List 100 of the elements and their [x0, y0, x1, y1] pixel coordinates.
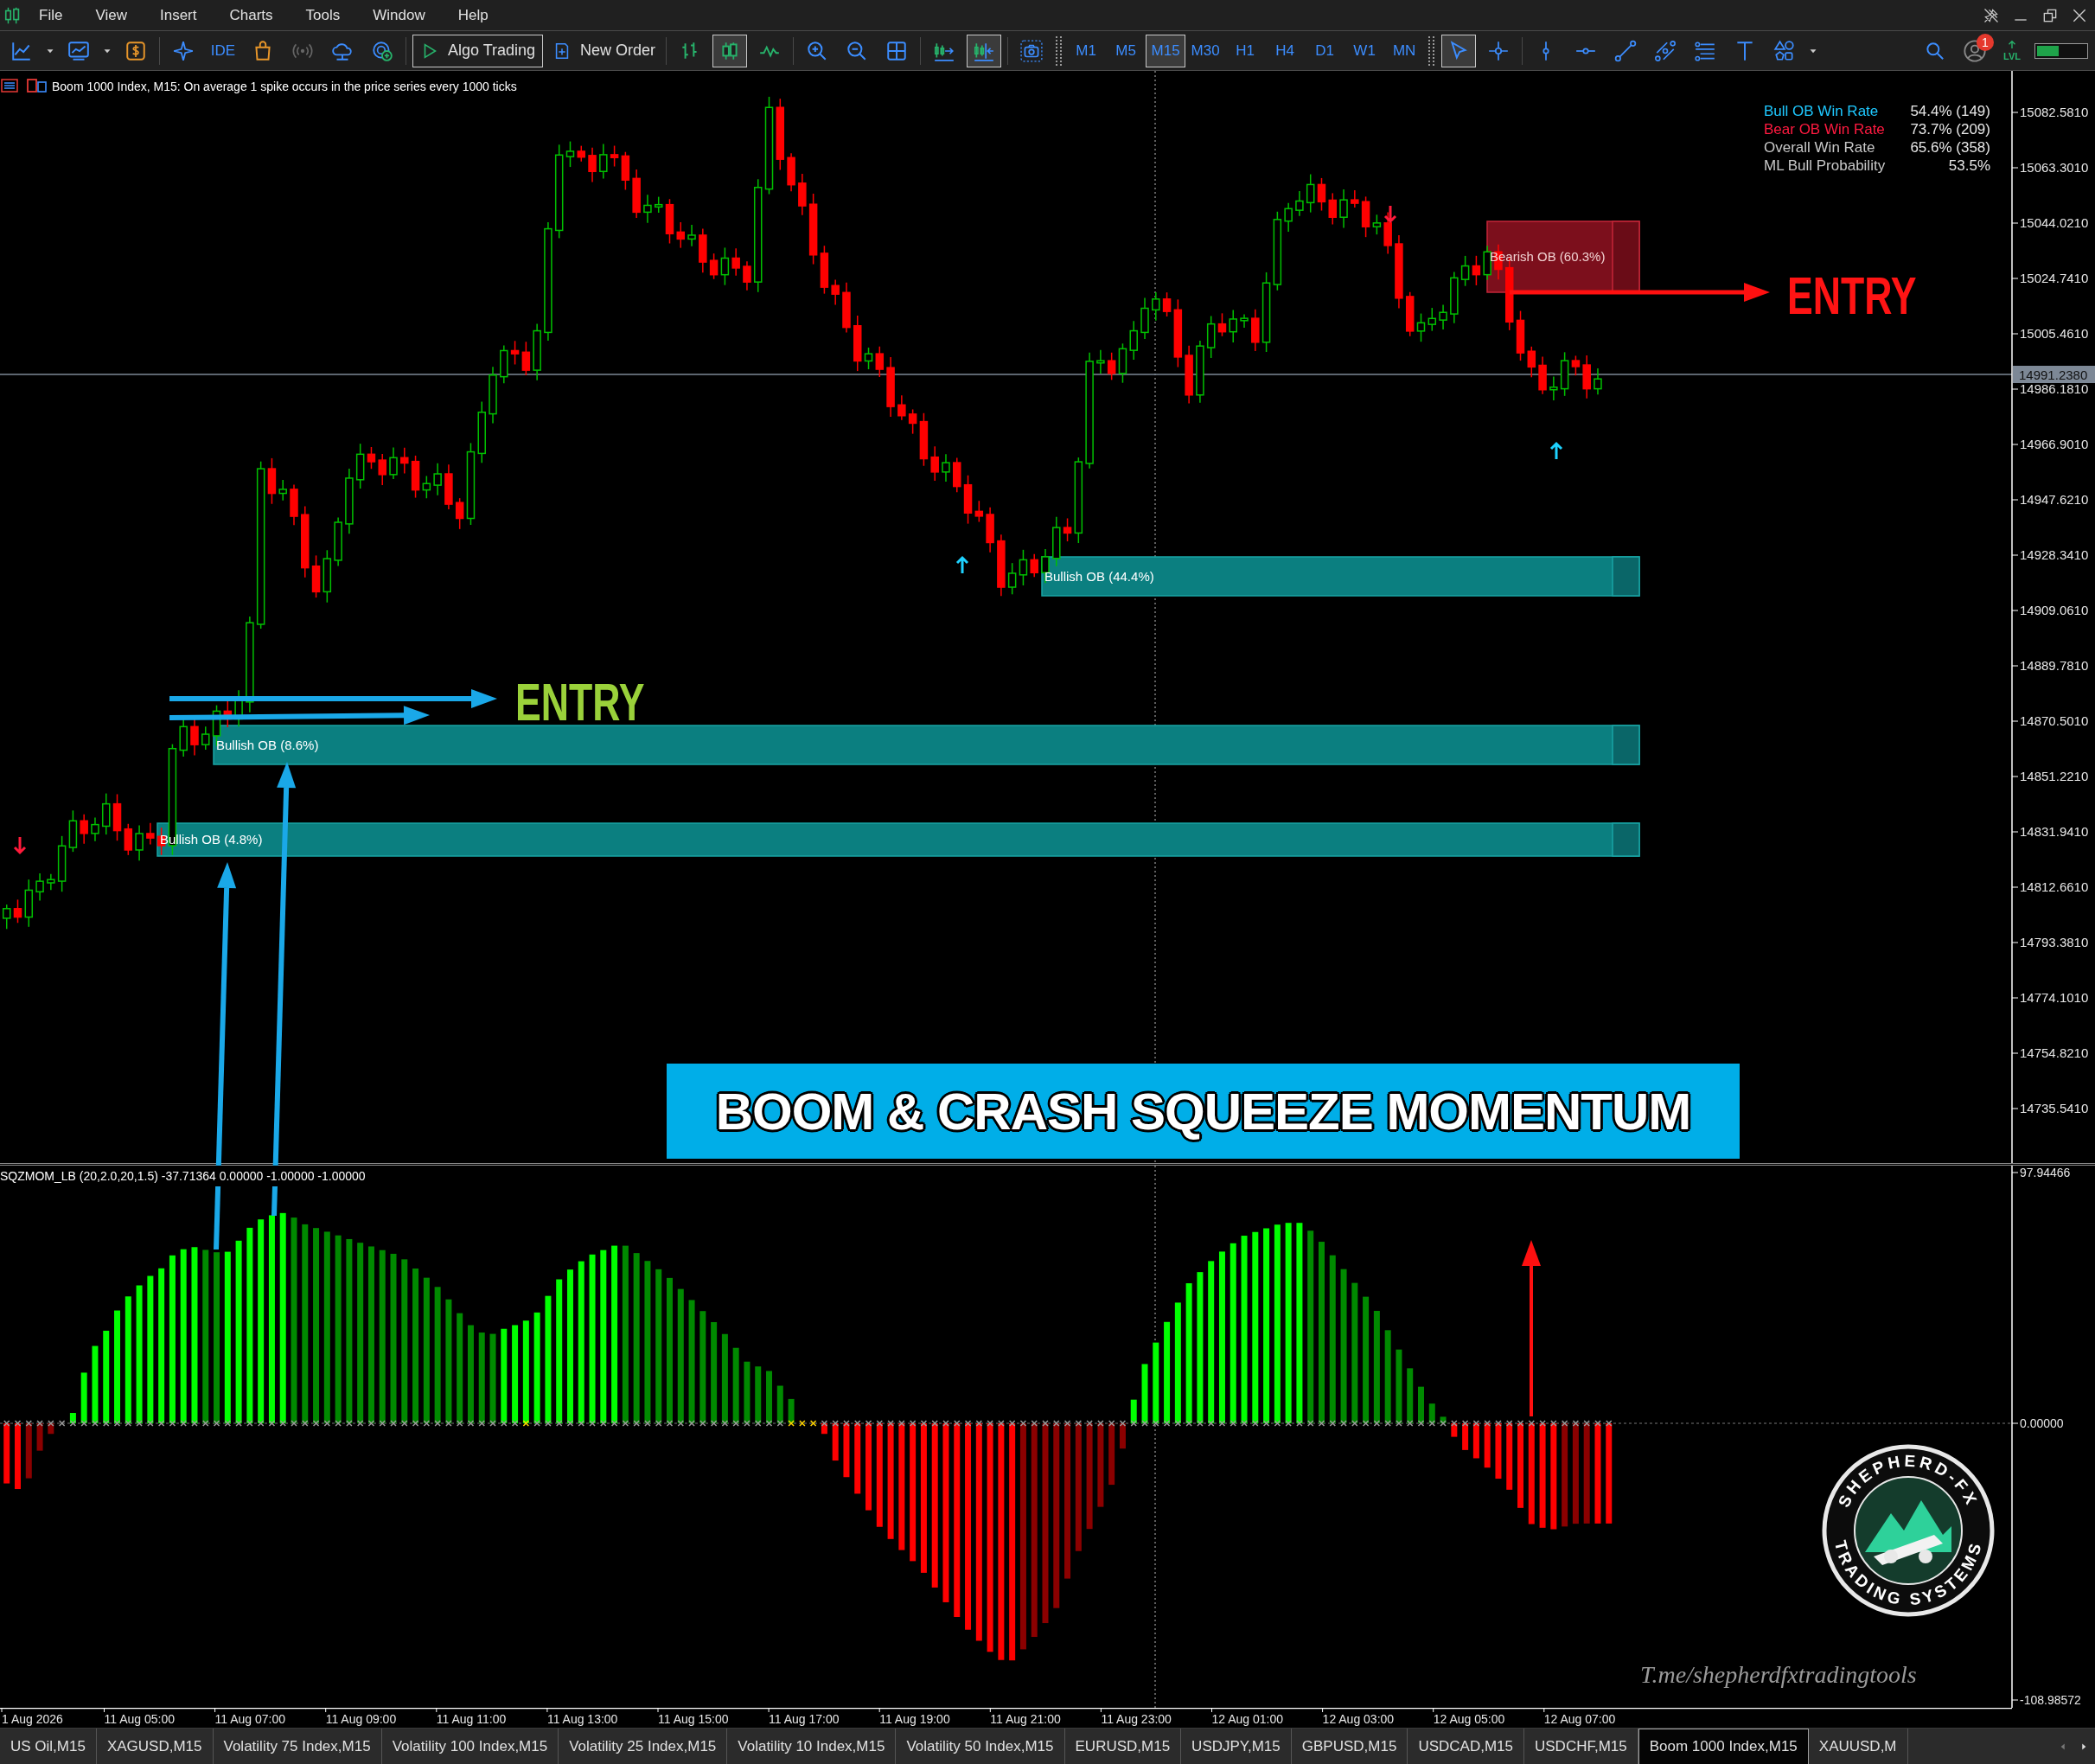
timeframe-button[interactable]: H4 [1265, 34, 1306, 67]
trend-line-icon[interactable] [1614, 39, 1638, 62]
symbol-tab[interactable]: Volatility 10 Index,M15 [727, 1729, 897, 1764]
cursor-button[interactable] [1441, 34, 1477, 67]
symbol-tab[interactable]: US Oil,M15 [0, 1729, 97, 1764]
stat-label: Bear OB Win Rate [1764, 121, 1885, 137]
grid-icon[interactable] [885, 39, 909, 62]
symbol-tab[interactable]: USDCHF,M15 [1524, 1729, 1638, 1764]
symbol-tab[interactable]: USDJPY,M15 [1181, 1729, 1292, 1764]
timeframe-button[interactable]: M30 [1185, 34, 1226, 67]
symbol-tab[interactable]: GBPUSD,M15 [1291, 1729, 1408, 1764]
time-label: 11 Aug 17:00 [769, 1712, 840, 1726]
notification-badge: 1 [1977, 33, 1994, 51]
timeframe-button[interactable]: D1 [1305, 34, 1345, 67]
down-arrow-icon [1383, 204, 1397, 224]
indicator-label: SQZMOM_LB (20,2.0,20,1.5) -37.71364 0.00000 -1.00000 -1.00000 [0, 1169, 366, 1183]
price-label: 14851.2210 [2020, 769, 2089, 783]
camera-icon[interactable] [1020, 39, 1044, 62]
price-label: 14909.0610 [2020, 603, 2089, 617]
list-icon [1, 79, 18, 93]
time-label: 11 Aug 09:00 [325, 1712, 397, 1726]
stat-value: 73.7% (209) [1910, 121, 1990, 137]
timeframe-button[interactable]: M1 [1066, 34, 1107, 67]
up-arrow-icon [955, 555, 969, 575]
sparkle-icon[interactable] [172, 39, 195, 62]
level-button[interactable]: LVL [1995, 40, 2029, 61]
time-label: 12 Aug 07:00 [1543, 1712, 1616, 1726]
time-label: 12 Aug 03:00 [1322, 1712, 1395, 1726]
order-block-label: Bullish OB (8.6%) [216, 737, 319, 752]
timeframe-button[interactable]: M5 [1106, 34, 1147, 67]
symbol-tab[interactable]: Volatility 25 Index,M15 [559, 1729, 728, 1764]
symbol-tab[interactable]: EURUSD,M15 [1064, 1729, 1182, 1764]
price-label: 14947.6210 [2020, 492, 2089, 507]
connection-meter [2034, 42, 2088, 59]
symbol-tab[interactable]: Volatility 100 Index,M15 [381, 1729, 559, 1764]
title-banner: BOOM & CRASH SQUEEZE MOMENTUM [667, 1064, 1740, 1159]
channel-link-text: T.me/shepherdfxtradingtools [1640, 1661, 1917, 1688]
price-label: 15005.4610 [2020, 326, 2089, 341]
menu-item[interactable]: Window [356, 6, 442, 24]
menu-item[interactable]: Insert [143, 6, 214, 24]
chart-window-icon [27, 79, 47, 93]
chart-monitor-icon[interactable] [67, 39, 90, 62]
time-label: 12 Aug 05:00 [1433, 1712, 1505, 1726]
time-label: 11 Aug 05:00 [104, 1712, 175, 1726]
candlestick-button[interactable] [712, 34, 748, 67]
price-label: 14735.5410 [2020, 1101, 2089, 1115]
symbol-tab[interactable]: Volatility 75 Index,M15 [213, 1729, 382, 1764]
account-icon[interactable] [1963, 38, 1987, 63]
scale-label: 97.94466 [2020, 1166, 2071, 1179]
shapes-icon[interactable] [1773, 39, 1797, 62]
time-label: 11 Aug 23:00 [1101, 1712, 1172, 1726]
price-label: 14831.9410 [2020, 824, 2089, 839]
price-label: 14870.5010 [2020, 713, 2089, 728]
drag-handle[interactable] [1428, 35, 1435, 66]
price-label: 15082.5810 [2020, 105, 2089, 119]
time-label: 11 Aug 15:00 [658, 1712, 729, 1726]
channel-icon[interactable] [1654, 39, 1677, 62]
stat-value: 54.4% (149) [1910, 103, 1990, 119]
chart-info-text: Boom 1000 Index, M15: On average 1 spike occurs in the price series every 1000 ticks [52, 80, 517, 93]
stat-value: 53.5% [1948, 157, 1990, 174]
stat-label: ML Bull Probability [1764, 157, 1886, 174]
symbol-tab[interactable]: XAUUSD,M [1808, 1729, 1908, 1764]
up-arrow-icon [1549, 441, 1563, 461]
time-label: 11 Aug 21:00 [990, 1712, 1061, 1726]
price-label: 15063.3010 [2020, 160, 2089, 175]
drag-handle[interactable] [1056, 35, 1063, 66]
time-label: 1 Aug 2026 [2, 1712, 63, 1726]
menu-item[interactable]: Charts [213, 6, 290, 24]
timeframe-button[interactable]: H1 [1225, 34, 1266, 67]
menu-item[interactable]: Tools [289, 6, 357, 24]
price-label: 14812.6610 [2020, 879, 2089, 894]
symbol-tab[interactable]: Boom 1000 Index,M15 [1638, 1729, 1809, 1764]
stat-label: Overall Win Rate [1764, 139, 1875, 156]
menu-item[interactable]: View [79, 6, 144, 24]
dollar-icon[interactable] [125, 39, 147, 62]
globe-plus-icon[interactable] [371, 39, 393, 62]
menu-item[interactable]: File [22, 6, 80, 24]
timeframe-button[interactable]: W1 [1345, 34, 1385, 67]
price-label: 14889.7810 [2020, 658, 2089, 673]
symbol-tab[interactable]: USDCAD,M15 [1408, 1729, 1524, 1764]
time-label: 11 Aug 07:00 [214, 1712, 286, 1726]
price-label: 14754.8210 [2020, 1045, 2089, 1060]
crosshair-icon [1487, 39, 1511, 62]
price-label: 14774.1010 [2020, 990, 2089, 1005]
timeframe-button[interactable]: MN [1384, 34, 1425, 67]
price-label: 14986.1810 [2020, 381, 2089, 396]
new-order-button[interactable]: New Order [548, 34, 661, 67]
chart-shift-button[interactable] [967, 34, 1002, 67]
unpin-icon[interactable] [1983, 6, 2000, 24]
time-label: 12 Aug 01:00 [1211, 1712, 1284, 1726]
menu-item[interactable]: Help [441, 6, 505, 24]
algo-trading-button[interactable]: Algo Trading [412, 34, 544, 67]
symbol-tab[interactable]: XAGUSD,M15 [96, 1729, 214, 1764]
symbol-tab[interactable]: Volatility 50 Index,M15 [896, 1729, 1065, 1764]
entry-label: ENTRY [1787, 265, 1917, 325]
ide-button[interactable]: IDE [203, 42, 243, 60]
down-arrow-icon [13, 835, 27, 855]
time-label: 11 Aug 11:00 [436, 1712, 507, 1726]
stat-value: 65.6% (358) [1910, 139, 1990, 156]
price-label: 15024.7410 [2020, 271, 2089, 285]
